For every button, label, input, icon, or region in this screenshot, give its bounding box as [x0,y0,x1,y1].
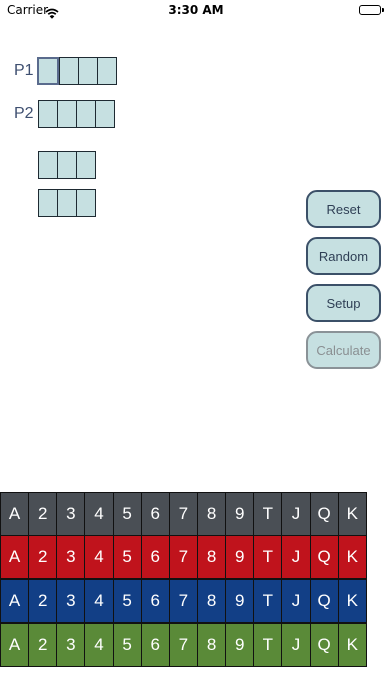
card-button[interactable]: 5 [112,579,142,623]
card-button[interactable]: 8 [196,623,227,667]
card-button[interactable]: T [253,579,283,623]
reset-button[interactable]: Reset [306,190,381,228]
card-button[interactable]: 6 [140,579,170,623]
card-button[interactable]: 3 [56,492,86,536]
card-button[interactable]: K [337,535,367,579]
status-bar: Carrier 3:30 AM [0,0,392,22]
card-button[interactable]: 2 [28,492,58,536]
card-button[interactable]: 4 [84,535,114,579]
card-button[interactable]: 6 [140,623,170,667]
player1-label: P1 [14,62,34,79]
card-button[interactable]: Q [309,492,339,536]
card-button[interactable]: A [0,623,30,667]
card-button[interactable]: 2 [28,579,58,623]
card-button[interactable]: J [281,623,311,667]
status-time: 3:30 AM [168,3,224,17]
card-picker-grid: A23456789TJQKA23456789TJQKA23456789TJQKA… [0,492,392,668]
card-button[interactable]: A [0,492,30,536]
card-button[interactable]: J [281,535,311,579]
card-button[interactable]: Q [309,623,339,667]
card-button[interactable]: 8 [196,492,227,536]
suit-row-diamonds: A23456789TJQK [0,579,392,624]
card-button[interactable]: 6 [140,535,170,579]
card-button[interactable]: 2 [28,623,58,667]
player1-hand [37,57,117,85]
board-card-slot[interactable] [38,151,58,179]
card-button[interactable]: 3 [56,623,86,667]
card-button[interactable]: T [253,623,283,667]
card-button[interactable]: K [337,579,367,623]
calculate-button[interactable]: Calculate [306,331,381,369]
player1-card-slot[interactable] [78,57,98,85]
card-button[interactable]: 6 [140,492,170,536]
card-button[interactable]: J [281,579,311,623]
card-button[interactable]: 9 [225,579,255,623]
player2-label: P2 [14,105,34,122]
player1-card-slot[interactable] [97,57,117,85]
board-turn-river [38,189,96,217]
card-button[interactable]: 4 [84,579,114,623]
card-button[interactable]: 7 [168,535,198,579]
setup-button[interactable]: Setup [306,284,381,322]
player1-card-slot[interactable] [59,57,79,85]
card-button[interactable]: 8 [196,579,227,623]
card-button[interactable]: 2 [28,535,58,579]
player2-card-slot[interactable] [95,100,115,128]
card-button[interactable]: 9 [225,492,255,536]
board-card-slot[interactable] [76,151,96,179]
suit-row-clubs: A23456789TJQK [0,623,392,668]
board-card-slot[interactable] [38,189,58,217]
card-button[interactable]: 4 [84,623,114,667]
card-button[interactable]: 9 [225,623,255,667]
card-button[interactable]: 5 [112,623,142,667]
card-button[interactable]: A [0,535,30,579]
suit-row-spades: A23456789TJQK [0,492,392,536]
board-card-slot[interactable] [76,189,96,217]
card-button[interactable]: 8 [196,535,227,579]
card-button[interactable]: Q [309,579,339,623]
player1-card-slot[interactable] [37,57,59,85]
player2-hand [38,100,115,128]
player2-card-slot[interactable] [76,100,96,128]
card-button[interactable]: 7 [168,492,198,536]
card-button[interactable]: A [0,579,30,623]
card-button[interactable]: 9 [225,535,255,579]
card-button[interactable]: 7 [168,623,198,667]
card-button[interactable]: T [253,492,283,536]
battery-icon [359,5,384,15]
card-button[interactable]: K [337,492,367,536]
card-button[interactable]: 5 [112,492,142,536]
card-button[interactable]: 4 [84,492,114,536]
card-button[interactable]: Q [309,535,339,579]
card-button[interactable]: 7 [168,579,198,623]
board-card-slot[interactable] [57,151,77,179]
player2-card-slot[interactable] [57,100,77,128]
card-button[interactable]: 3 [56,579,86,623]
card-button[interactable]: 3 [56,535,86,579]
card-button[interactable]: K [337,623,367,667]
card-button[interactable]: J [281,492,311,536]
card-button[interactable]: T [253,535,283,579]
card-button[interactable]: 5 [112,535,142,579]
player2-card-slot[interactable] [38,100,58,128]
board-card-slot[interactable] [57,189,77,217]
suit-row-hearts: A23456789TJQK [0,535,392,580]
board-flop [38,151,96,179]
random-button[interactable]: Random [306,237,381,275]
